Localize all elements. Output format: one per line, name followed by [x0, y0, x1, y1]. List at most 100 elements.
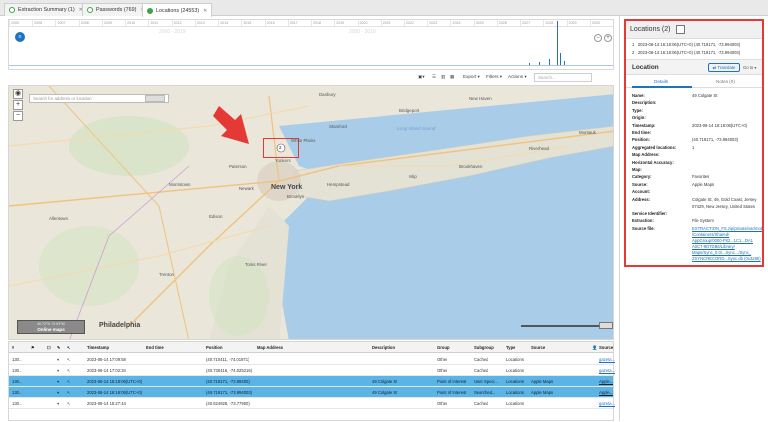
timeline-year-label: 2027	[520, 20, 543, 26]
timeline-spike	[560, 53, 561, 65]
field-label: Source:	[632, 181, 648, 187]
table-cell-src2[interactable]: gazeta...	[599, 398, 615, 409]
source-file-link[interactable]: Maps/Sync_0.0/...Sync.../Sync_	[692, 250, 751, 255]
table-cell-src2[interactable]: Apple...	[599, 376, 613, 387]
field-label: Horizontal Accuracy:	[632, 159, 674, 165]
export-button[interactable]: Export ▾	[463, 74, 480, 80]
column-header[interactable]: Map Address	[257, 342, 283, 353]
zoom-out-button[interactable]: −	[13, 111, 23, 121]
timeline-zoom-in-button[interactable]: +	[604, 34, 612, 42]
pointer-icon: ↖	[67, 357, 71, 362]
field-value: Apple Maps	[692, 181, 715, 187]
timeline-year-label: 2014	[218, 20, 241, 26]
close-icon[interactable]: ✕	[203, 8, 207, 14]
status-dot-icon	[87, 7, 93, 13]
place-label: Danbury	[319, 92, 336, 97]
table-cell-ts: 2023-06-14 17:09:58	[87, 357, 126, 362]
table-cell-type: Locations	[506, 390, 524, 395]
layers-icon[interactable]: ◉	[13, 89, 23, 99]
place-label: Montauk	[579, 130, 596, 135]
table-cell-src2[interactable]: gazeta...	[599, 365, 615, 376]
location-icon: ⌖	[57, 368, 60, 373]
column-header[interactable]: End time	[146, 342, 164, 353]
place-label: White Plains	[291, 138, 316, 143]
map-view[interactable]: 2 Search for address or location ◉ + − L…	[8, 85, 614, 340]
list-item[interactable]: 2 2023-06-14 16:18:06(UTC+0) (40.719171,…	[626, 49, 762, 57]
location-icon: ⌖	[57, 390, 60, 395]
table-cell-pos: (40.624928, -73.77900)	[206, 401, 250, 406]
tab-passwords[interactable]: Passwords (769) ✕	[82, 3, 150, 16]
table-header: # ⚑ ☐ ✎ ↖ Timestamp End time Position Ma…	[9, 342, 613, 353]
goto-button[interactable]: Go to ▾	[743, 65, 757, 70]
column-header[interactable]: Source	[599, 342, 613, 353]
timeline[interactable]: 2005 2006 2007 2008 2009 2010 2011 2012 2013 2014…	[8, 19, 614, 70]
detail-tabs: Details Notes (0)	[626, 76, 762, 88]
timeline-year-label: 2021	[380, 20, 404, 26]
search-input[interactable]: Search...	[534, 73, 592, 82]
source-file-link[interactable]: /Containers/Shared/	[692, 232, 729, 237]
column-header[interactable]: Source	[531, 342, 545, 353]
table-cell-src2[interactable]: gazeta...	[599, 354, 615, 365]
table-row[interactable]: 130... 2023-06-14 16:18:06(UTC+0) (40.7191…	[9, 387, 613, 398]
location-icon: ⌖	[57, 357, 60, 362]
panel-menu-icon[interactable]	[676, 25, 685, 34]
tag-icon[interactable]: ✎	[57, 342, 61, 353]
source-file-link[interactable]: EXTRACTION_FS.zip/private/var/mobile	[692, 226, 762, 231]
column-header[interactable]: Subgroup	[474, 342, 494, 353]
tab-extraction-summary[interactable]: Extraction Summary (1) ✕	[4, 3, 88, 16]
timeline-year-label: 2009	[101, 20, 125, 26]
column-header[interactable]: Group	[437, 342, 450, 353]
map-zoom-slider-handle[interactable]	[599, 322, 613, 329]
timeline-menu-icon[interactable]: ≡	[15, 32, 25, 42]
column-header[interactable]: #	[12, 342, 14, 353]
timeline-range-label: 2000 - 2019	[159, 29, 186, 35]
table-cell-pos: (40.710411, -74.01871)	[206, 357, 250, 362]
online-maps-button[interactable]: 40.72°N 73.93°W Online maps	[17, 320, 85, 334]
map-zoom-slider[interactable]	[521, 325, 599, 327]
timeline-year-label: 2029	[566, 20, 590, 26]
timeline-year-label: 2023	[427, 20, 450, 26]
online-maps-label: Online maps	[37, 327, 65, 332]
table-row[interactable]: 130... 2023-06-14 17:09:58 (40.710411, -74…	[9, 354, 615, 365]
table-cell-id: 130...	[12, 390, 23, 395]
table-row[interactable]: 130... 2023-06-14 15:27:44 (40.624928, -73…	[9, 398, 615, 409]
grid-view-icon[interactable]: ▦	[450, 74, 454, 80]
place-label: Trenton	[159, 272, 174, 277]
table-cell-src2[interactable]: Apple...	[599, 387, 613, 398]
source-file-link[interactable]: ZSYNCRECORD...Sync.db (0x3286)	[692, 256, 761, 261]
list-item[interactable]: 1 2023-06-14 16:18:06(UTC+0) (40.719171,…	[626, 41, 762, 49]
filters-button[interactable]: Filters ▾	[486, 74, 502, 80]
tab-notes[interactable]: Notes (0)	[716, 79, 735, 84]
pointer-icon: ↖	[67, 390, 71, 395]
column-header[interactable]: Type	[506, 342, 515, 353]
table-row[interactable]: 130... 2023-06-14 16:18:06(UTC+0) (40.7191…	[9, 376, 613, 387]
checkbox-icon[interactable]: ☐	[47, 342, 51, 353]
pointer-icon[interactable]: ↖	[67, 342, 71, 353]
place-label: Stamford	[329, 124, 347, 129]
translate-button[interactable]: ⇄ Translate	[708, 63, 740, 72]
table-cell-type: Locations	[506, 379, 524, 384]
column-header[interactable]: Position	[206, 342, 223, 353]
split-view-icon[interactable]: ▥	[441, 74, 445, 80]
map-view-icon[interactable]: ▣▾	[418, 74, 425, 80]
pointer-icon: ↖	[67, 401, 71, 406]
zoom-in-button[interactable]: +	[13, 100, 23, 110]
map-marker-label[interactable]: 2	[279, 145, 281, 150]
tab-details[interactable]: Details	[654, 79, 668, 84]
flag-icon[interactable]: ⚑	[31, 342, 35, 353]
field-value: Favorites	[692, 174, 710, 180]
source-file-link[interactable]: AppGroup/0000-F82...1C1...DA1	[692, 238, 753, 243]
source-file-link[interactable]: A0C7-9D7DB6/Library/	[692, 244, 735, 249]
timeline-year-label: 2026	[496, 20, 520, 26]
list-view-icon[interactable]: ☰	[432, 74, 436, 80]
timeline-year-label: 2013	[194, 20, 218, 26]
tab-locations[interactable]: Locations (24553) ✕	[142, 3, 213, 17]
actions-button[interactable]: Actions ▾	[508, 74, 527, 80]
map-search-button[interactable]	[145, 95, 165, 102]
timeline-zoom-out-button[interactable]: −	[594, 34, 602, 42]
column-header[interactable]: Description	[372, 342, 395, 353]
column-header[interactable]: Timestamp	[87, 342, 109, 353]
table-row[interactable]: 130... 2023-06-14 17:02:34 (40.730416, -74…	[9, 365, 615, 376]
table-cell-id: 130...	[12, 368, 23, 373]
field-label: Position:	[632, 137, 650, 143]
